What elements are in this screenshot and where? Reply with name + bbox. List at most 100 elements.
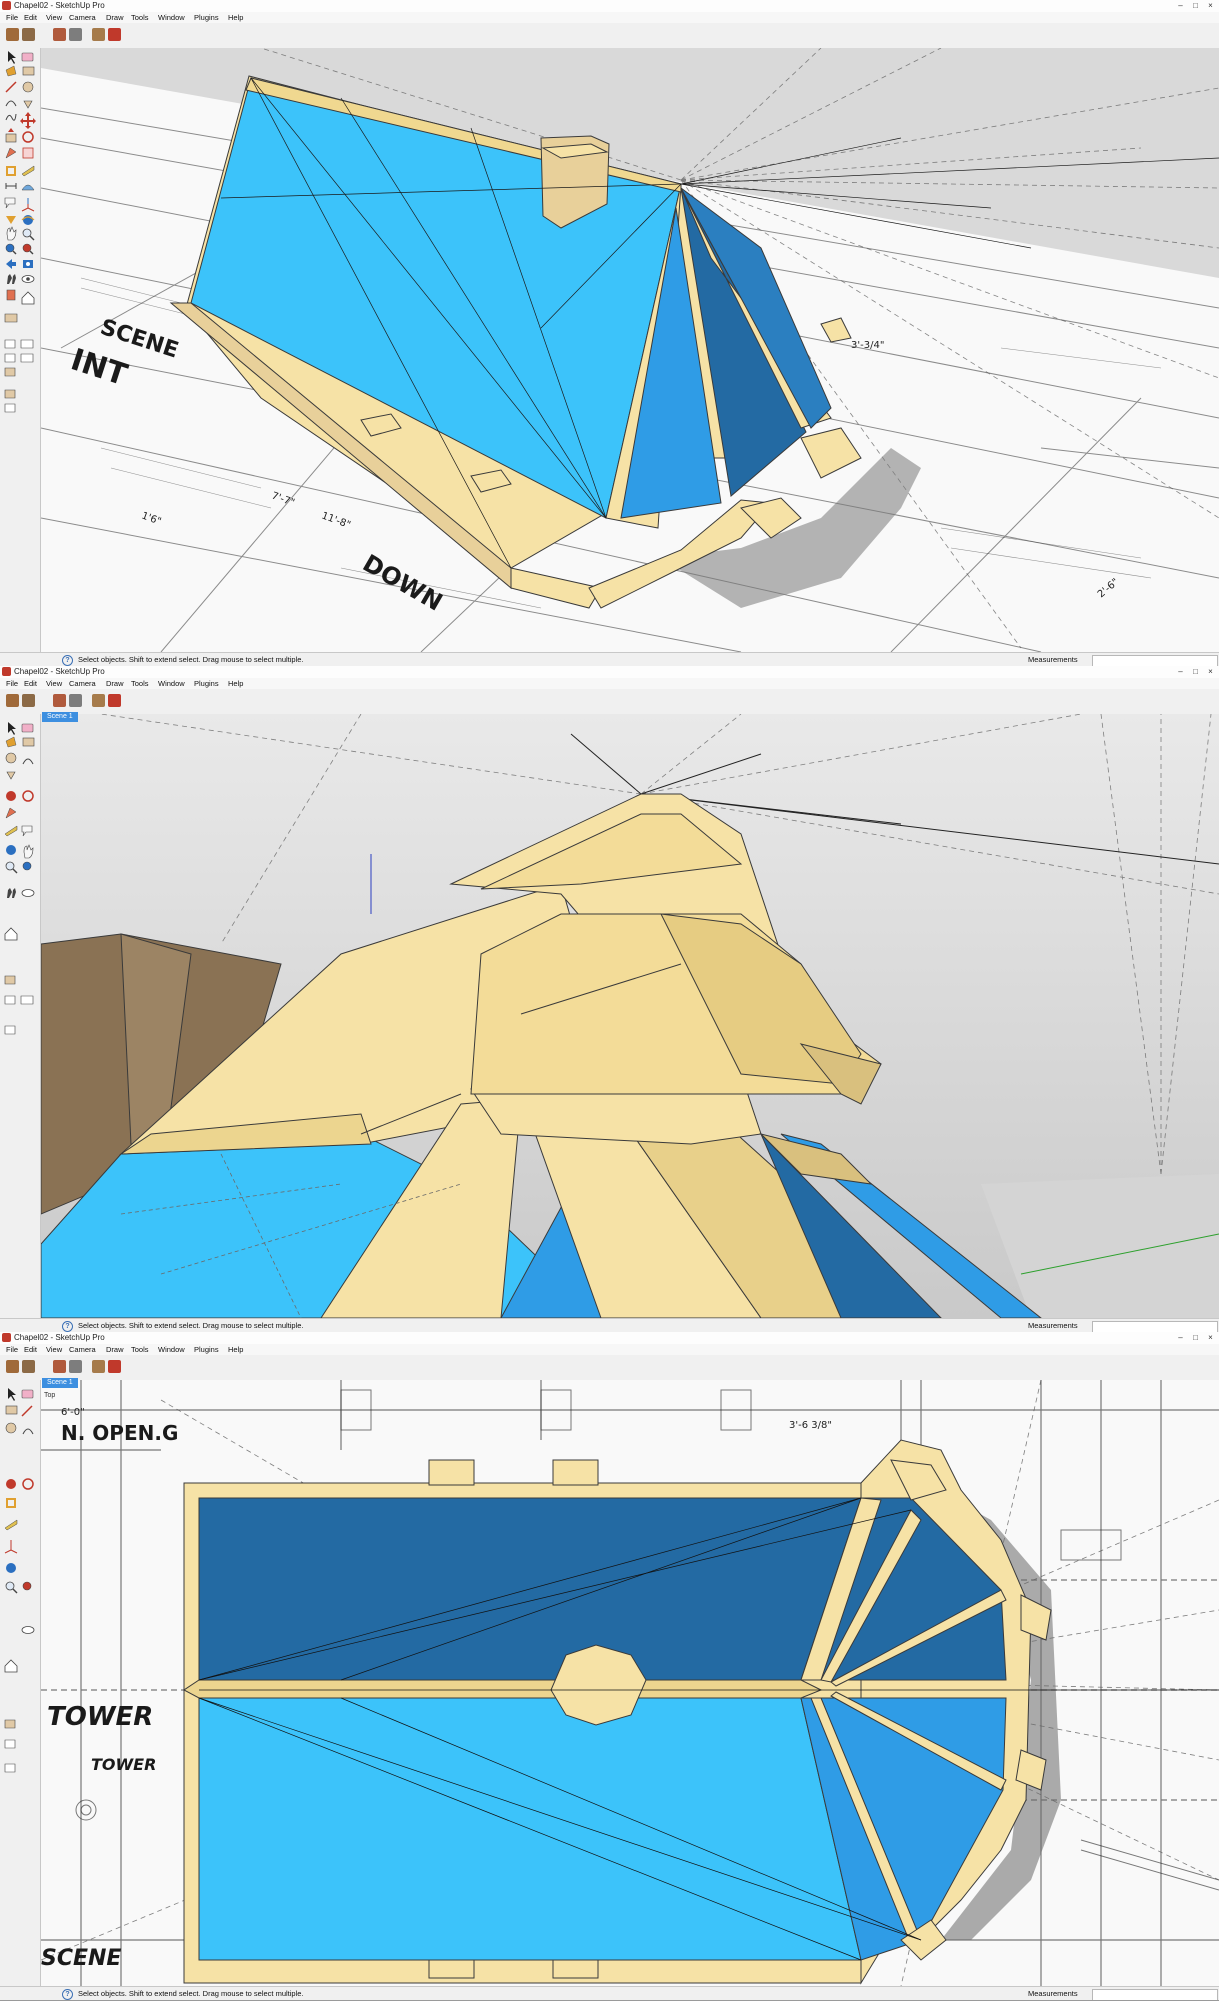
maximize-button[interactable]: □ xyxy=(1189,1333,1202,1342)
help-icon[interactable]: ? xyxy=(62,655,73,666)
orbit-icon[interactable] xyxy=(21,215,35,225)
rotate-icon[interactable] xyxy=(22,790,34,802)
menu-view[interactable]: View xyxy=(46,678,62,689)
3d-warehouse-icon[interactable] xyxy=(69,694,82,707)
axes-icon[interactable] xyxy=(21,198,35,212)
menu-draw[interactable]: Draw xyxy=(106,12,124,23)
menu-edit[interactable]: Edit xyxy=(24,1344,37,1355)
extension-warehouse-icon[interactable] xyxy=(92,694,105,707)
layers-icon[interactable] xyxy=(4,1719,16,1729)
select-icon[interactable] xyxy=(8,51,16,64)
scenes-icon[interactable] xyxy=(4,1763,16,1773)
share-component-icon[interactable] xyxy=(53,694,66,707)
select-icon[interactable] xyxy=(8,1388,16,1401)
walk-icon[interactable] xyxy=(7,274,16,284)
offset-icon[interactable] xyxy=(6,166,16,176)
minimize-button[interactable]: – xyxy=(1174,1333,1187,1342)
eraser-icon[interactable] xyxy=(21,723,34,733)
chapel-roof-top-view[interactable] xyxy=(183,1439,1052,1985)
freehand-icon[interactable] xyxy=(5,113,17,121)
zoom-window-icon[interactable] xyxy=(22,861,32,871)
menu-edit[interactable]: Edit xyxy=(24,12,37,23)
components-icon[interactable] xyxy=(4,1739,16,1749)
components-icon[interactable] xyxy=(4,995,34,1005)
circle-icon[interactable] xyxy=(22,81,34,93)
select-icon[interactable] xyxy=(8,722,16,735)
position-camera-icon[interactable] xyxy=(23,260,33,268)
polygon-icon[interactable] xyxy=(23,100,33,109)
share-model-icon[interactable] xyxy=(22,28,35,41)
line-icon[interactable] xyxy=(21,1405,33,1417)
eraser-icon[interactable] xyxy=(21,52,34,62)
close-button[interactable]: × xyxy=(1204,667,1217,676)
axes-icon[interactable] xyxy=(4,1540,18,1554)
eraser-icon[interactable] xyxy=(21,1389,34,1399)
menu-tools[interactable]: Tools xyxy=(131,678,149,689)
text-icon[interactable] xyxy=(21,825,33,837)
rotate-icon[interactable] xyxy=(22,131,34,143)
house-icon[interactable] xyxy=(21,291,35,305)
look-around-icon[interactable] xyxy=(21,1626,35,1634)
follow-me-icon[interactable] xyxy=(5,147,17,159)
zoom-icon[interactable] xyxy=(5,1581,18,1594)
menu-draw[interactable]: Draw xyxy=(106,678,124,689)
menu-window[interactable]: Window xyxy=(158,12,185,23)
circle-icon[interactable] xyxy=(5,1422,17,1434)
polygon-icon[interactable] xyxy=(6,771,16,780)
move-icon[interactable] xyxy=(6,791,16,801)
arc-icon[interactable] xyxy=(22,1428,34,1435)
section-plane-icon[interactable] xyxy=(6,289,16,301)
circle-icon[interactable] xyxy=(5,752,17,764)
outliner-icon[interactable] xyxy=(4,389,16,399)
layers-icon[interactable] xyxy=(4,339,34,349)
materials-icon[interactable] xyxy=(108,28,121,41)
3d-warehouse-icon[interactable] xyxy=(69,28,82,41)
look-around-icon[interactable] xyxy=(21,275,35,283)
menu-camera[interactable]: Camera xyxy=(69,12,96,23)
zoom-extents-icon[interactable] xyxy=(22,243,34,255)
text-icon[interactable] xyxy=(4,197,16,209)
menu-plugins[interactable]: Plugins xyxy=(194,12,219,23)
get-models-icon[interactable] xyxy=(6,694,19,707)
materials-icon[interactable] xyxy=(108,1360,121,1373)
previous-view-icon[interactable] xyxy=(6,259,16,269)
menu-edit[interactable]: Edit xyxy=(24,678,37,689)
scale-icon[interactable] xyxy=(22,147,34,159)
menu-window[interactable]: Window xyxy=(158,1344,185,1355)
dimension-icon[interactable] xyxy=(5,183,17,189)
move-icon[interactable] xyxy=(6,1479,16,1489)
menu-draw[interactable]: Draw xyxy=(106,1344,124,1355)
measurements-input[interactable] xyxy=(1092,1989,1218,2000)
share-model-icon[interactable] xyxy=(22,1360,35,1373)
zoom-icon[interactable] xyxy=(22,228,35,241)
menu-camera[interactable]: Camera xyxy=(69,678,96,689)
materials-icon[interactable] xyxy=(108,694,121,707)
follow-me-icon[interactable] xyxy=(5,807,17,819)
rotate-icon[interactable] xyxy=(22,1478,34,1490)
help-icon[interactable]: ? xyxy=(62,1321,73,1332)
paint-bucket-icon[interactable] xyxy=(5,736,17,748)
tape-measure-icon[interactable] xyxy=(4,1519,18,1531)
pan-icon[interactable] xyxy=(6,226,17,241)
share-component-icon[interactable] xyxy=(53,28,66,41)
line-icon[interactable] xyxy=(5,81,17,93)
close-button[interactable]: × xyxy=(1204,1,1217,10)
scenes-icon[interactable] xyxy=(4,403,16,413)
menu-camera[interactable]: Camera xyxy=(69,1344,96,1355)
model-viewport-closeup[interactable] xyxy=(41,714,1219,1318)
orbit-icon[interactable] xyxy=(6,845,16,855)
paint-bucket-icon[interactable] xyxy=(5,65,17,77)
maximize-button[interactable]: □ xyxy=(1189,667,1202,676)
menu-help[interactable]: Help xyxy=(228,1344,243,1355)
push-pull-icon[interactable] xyxy=(5,128,17,143)
rectangle-icon[interactable] xyxy=(22,66,35,76)
house-icon[interactable] xyxy=(4,927,18,941)
menu-tools[interactable]: Tools xyxy=(131,1344,149,1355)
menu-file[interactable]: File xyxy=(6,1344,18,1355)
pan-icon[interactable] xyxy=(23,844,34,859)
tape-measure-icon[interactable] xyxy=(4,825,18,837)
3d-warehouse-icon[interactable] xyxy=(69,1360,82,1373)
menu-tools[interactable]: Tools xyxy=(131,12,149,23)
model-viewport-perspective[interactable]: SCENE INT DOWN 7'-7" 11'-8" 1'6" 3'-3/4"… xyxy=(41,48,1219,652)
menu-file[interactable]: File xyxy=(6,12,18,23)
